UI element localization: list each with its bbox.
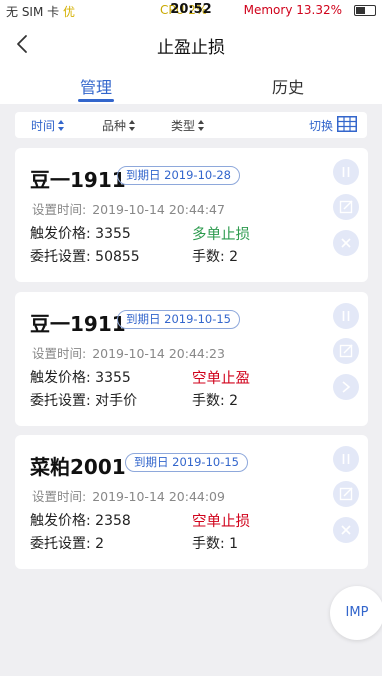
- trigger-price-value: 3355: [95, 370, 131, 386]
- expiry-badge: 到期日 2019-10-15: [117, 310, 240, 329]
- edit-icon: [339, 200, 353, 214]
- imp-floating-button[interactable]: IMP: [330, 586, 382, 640]
- expiry-date: 2019-10-15: [172, 455, 239, 469]
- edit-button[interactable]: [333, 338, 359, 364]
- pause-icon: [342, 167, 350, 177]
- set-time: 设置时间: 2019-10-14 20:44:47: [30, 199, 225, 218]
- expiry-prefix: 到期日: [134, 455, 169, 469]
- entrust-value: 对手价: [95, 393, 138, 409]
- contract-name: 菜粕2001: [30, 455, 126, 479]
- order-type: 空单止盈: [192, 371, 250, 387]
- filter-variety[interactable]: 品种: [102, 117, 136, 134]
- edit-icon: [339, 487, 353, 501]
- entrust-value: 50855: [95, 249, 140, 265]
- tab-history[interactable]: 历史: [272, 74, 304, 98]
- sort-icon: [129, 120, 136, 131]
- delete-button[interactable]: [333, 517, 359, 543]
- entrust-label: 委托设置:: [30, 393, 91, 409]
- trigger-price-label: 触发价格:: [30, 370, 91, 386]
- expiry-date: 2019-10-15: [164, 312, 231, 326]
- close-icon: [341, 525, 351, 535]
- pause-icon: [342, 454, 350, 464]
- set-time-value: 2019-10-14 20:44:09: [92, 489, 225, 504]
- entrust-value: 2: [95, 536, 105, 552]
- trigger-price-label: 触发价格:: [30, 226, 91, 242]
- filter-type-label: 类型: [171, 119, 196, 133]
- sort-icon: [198, 120, 205, 131]
- expiry-date: 2019-10-28: [164, 168, 231, 182]
- trigger-price-label: 触发价格:: [30, 513, 91, 529]
- pause-icon: [342, 311, 350, 321]
- entrust-setting: 委托设置: 对手价: [30, 390, 137, 410]
- set-time-label: 设置时间:: [32, 202, 87, 217]
- edit-icon: [339, 344, 353, 358]
- order-card: 菜粕2001 到期日 2019-10-15 设置时间: 2019-10-14 2…: [15, 435, 368, 569]
- entrust-setting: 委托设置: 2: [30, 533, 104, 553]
- status-bar: 无 SIM 卡 优 CPU 2% 20:52 Memory 13.32%: [0, 0, 382, 22]
- hands: 手数: 2: [192, 390, 238, 410]
- expiry-badge: 到期日 2019-10-28: [117, 166, 240, 185]
- order-card: 豆一1911 到期日 2019-10-15 设置时间: 2019-10-14 2…: [15, 292, 368, 426]
- filter-variety-label: 品种: [102, 119, 127, 133]
- pause-button[interactable]: [333, 303, 359, 329]
- hands-value: 1: [229, 536, 239, 552]
- set-time: 设置时间: 2019-10-14 20:44:09: [30, 486, 225, 505]
- battery-icon: [354, 5, 376, 16]
- trigger-price-value: 3355: [95, 226, 131, 242]
- active-tab-indicator: [78, 99, 114, 102]
- edit-button[interactable]: [333, 481, 359, 507]
- tab-bar: 管理 历史: [0, 66, 382, 104]
- entrust-setting: 委托设置: 50855: [30, 246, 140, 266]
- hands-value: 2: [229, 249, 239, 265]
- memory-text: Memory 13.32%: [243, 3, 342, 17]
- hands: 手数: 1: [192, 533, 238, 553]
- hands-value: 2: [229, 393, 239, 409]
- tab-manage[interactable]: 管理: [80, 74, 112, 98]
- pause-button[interactable]: [333, 446, 359, 472]
- expiry-prefix: 到期日: [126, 312, 161, 326]
- sort-icon: [58, 120, 65, 131]
- order-type: 空单止损: [192, 514, 250, 530]
- chevron-right-icon: [342, 381, 351, 393]
- resume-button[interactable]: [333, 374, 359, 400]
- filter-time-label: 时间: [31, 119, 56, 133]
- switch-view-button[interactable]: 切换: [309, 117, 333, 134]
- entrust-label: 委托设置:: [30, 249, 91, 265]
- table-icon[interactable]: [337, 116, 357, 132]
- trigger-price-value: 2358: [95, 513, 131, 529]
- hands-label: 手数:: [192, 249, 225, 265]
- order-card: 豆一1911 到期日 2019-10-28 设置时间: 2019-10-14 2…: [15, 148, 368, 282]
- set-time: 设置时间: 2019-10-14 20:44:23: [30, 343, 225, 362]
- filter-time[interactable]: 时间: [31, 117, 65, 134]
- filter-type[interactable]: 类型: [171, 117, 205, 134]
- page-title: 止盈止损: [157, 38, 225, 58]
- set-time-value: 2019-10-14 20:44:23: [92, 346, 225, 361]
- contract-name: 豆一1911: [30, 312, 126, 336]
- trigger-price: 触发价格: 2358: [30, 510, 131, 530]
- trigger-price: 触发价格: 3355: [30, 223, 131, 243]
- expiry-prefix: 到期日: [126, 168, 161, 182]
- nav-bar: 止盈止损: [0, 22, 382, 66]
- filter-bar: 时间 品种 类型 切换: [15, 112, 367, 138]
- set-time-label: 设置时间:: [32, 346, 87, 361]
- edit-button[interactable]: [333, 194, 359, 220]
- contract-name: 豆一1911: [30, 168, 126, 192]
- entrust-label: 委托设置:: [30, 536, 91, 552]
- order-type: 多单止损: [192, 227, 250, 243]
- trigger-price: 触发价格: 3355: [30, 367, 131, 387]
- set-time-label: 设置时间:: [32, 489, 87, 504]
- delete-button[interactable]: [333, 230, 359, 256]
- set-time-value: 2019-10-14 20:44:47: [92, 202, 225, 217]
- hands: 手数: 2: [192, 246, 238, 266]
- hands-label: 手数:: [192, 536, 225, 552]
- hands-label: 手数:: [192, 393, 225, 409]
- expiry-badge: 到期日 2019-10-15: [125, 453, 248, 472]
- pause-button[interactable]: [333, 159, 359, 185]
- close-icon: [341, 238, 351, 248]
